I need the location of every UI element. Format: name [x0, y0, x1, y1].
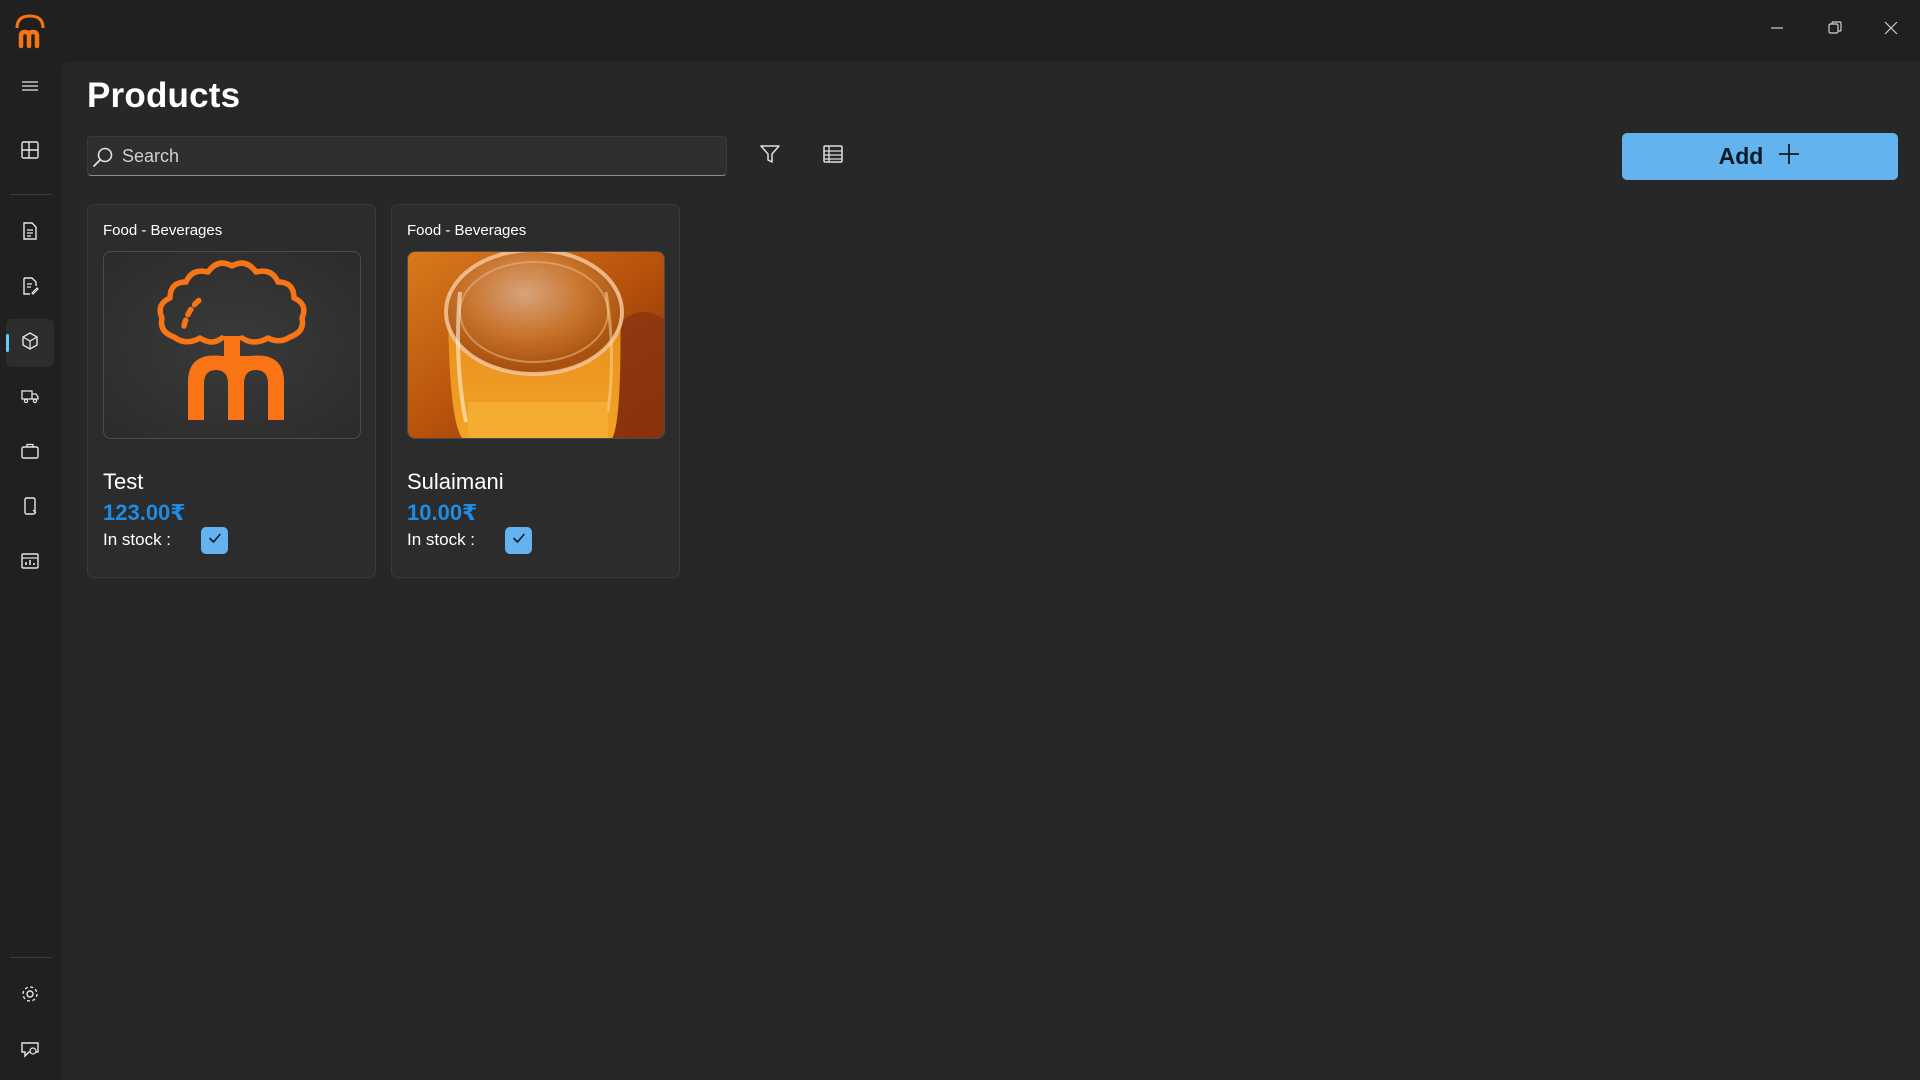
- search-box[interactable]: [87, 136, 727, 176]
- sidebar-item-devices[interactable]: [6, 484, 54, 532]
- sidebar-item-orders[interactable]: [6, 429, 54, 477]
- add-button-label: Add: [1718, 143, 1764, 169]
- search-icon: [90, 144, 116, 170]
- delivery-truck-icon: [20, 386, 40, 411]
- close-button[interactable]: [1862, 8, 1920, 52]
- phone-icon: [20, 496, 40, 521]
- table-view-button[interactable]: [815, 138, 851, 174]
- page-title: Products: [87, 76, 241, 115]
- sidebar-item-feedback[interactable]: [6, 1027, 54, 1075]
- sidebar-item-delivery[interactable]: [6, 374, 54, 422]
- product-price: 123.00₹: [103, 500, 186, 525]
- checkmark-icon: [207, 530, 223, 551]
- product-name: Test: [103, 469, 144, 494]
- app-logo-icon: [12, 12, 48, 50]
- sidebar-item-documents[interactable]: [6, 209, 54, 257]
- restore-button[interactable]: [1806, 8, 1864, 52]
- stock-label: In stock :: [407, 530, 476, 549]
- feedback-icon: [20, 1039, 40, 1064]
- document-icon: [20, 221, 40, 246]
- restore-icon: [1827, 20, 1843, 41]
- product-category: Food - Beverages: [103, 222, 223, 239]
- sidebar-divider: [10, 194, 52, 195]
- brand-logo-image: [103, 251, 361, 439]
- minimize-icon: [1770, 21, 1784, 40]
- product-category: Food - Beverages: [407, 222, 527, 239]
- in-stock-checkbox[interactable]: [505, 527, 532, 554]
- sidebar-item-reports[interactable]: [6, 539, 54, 587]
- plus-icon: [1777, 142, 1801, 172]
- sidebar-menu-toggle[interactable]: [6, 64, 54, 112]
- briefcase-icon: [20, 441, 40, 466]
- minimize-button[interactable]: [1748, 8, 1806, 52]
- stock-label: In stock :: [103, 530, 172, 549]
- sidebar-item-documents-edit[interactable]: [6, 264, 54, 312]
- product-card[interactable]: Food - Beverages Test 123.00₹ In stock :: [87, 204, 376, 578]
- search-input[interactable]: [120, 141, 710, 171]
- sidebar-item-dashboard[interactable]: [6, 128, 54, 176]
- table-view-icon: [822, 143, 844, 170]
- tea-glass-photo: [407, 251, 665, 439]
- document-edit-icon: [20, 276, 40, 301]
- sidebar-nav: [0, 62, 62, 1080]
- sidebar-item-settings[interactable]: [6, 972, 54, 1020]
- filter-button[interactable]: [752, 138, 788, 174]
- title-bar: [0, 0, 1920, 62]
- checkmark-icon: [511, 530, 527, 551]
- box-icon: [20, 331, 40, 356]
- product-price: 10.00₹: [407, 500, 478, 525]
- dashboard-icon: [20, 140, 40, 165]
- close-icon: [1884, 21, 1898, 40]
- active-indicator: [6, 334, 9, 352]
- product-name: Sulaimani: [407, 469, 504, 494]
- sidebar-item-products[interactable]: [6, 319, 54, 367]
- add-product-button[interactable]: Add: [1622, 133, 1898, 180]
- report-icon: [20, 551, 40, 576]
- main-content: Products Add Food - Beverages: [62, 62, 1920, 1080]
- in-stock-checkbox[interactable]: [201, 527, 228, 554]
- settings-icon: [20, 984, 40, 1009]
- product-card[interactable]: Food - Beverages Sulaimani 10.00₹ In sto…: [391, 204, 680, 578]
- filter-icon: [759, 143, 781, 170]
- hamburger-menu-icon: [20, 76, 40, 101]
- sidebar-divider-bottom: [10, 957, 52, 958]
